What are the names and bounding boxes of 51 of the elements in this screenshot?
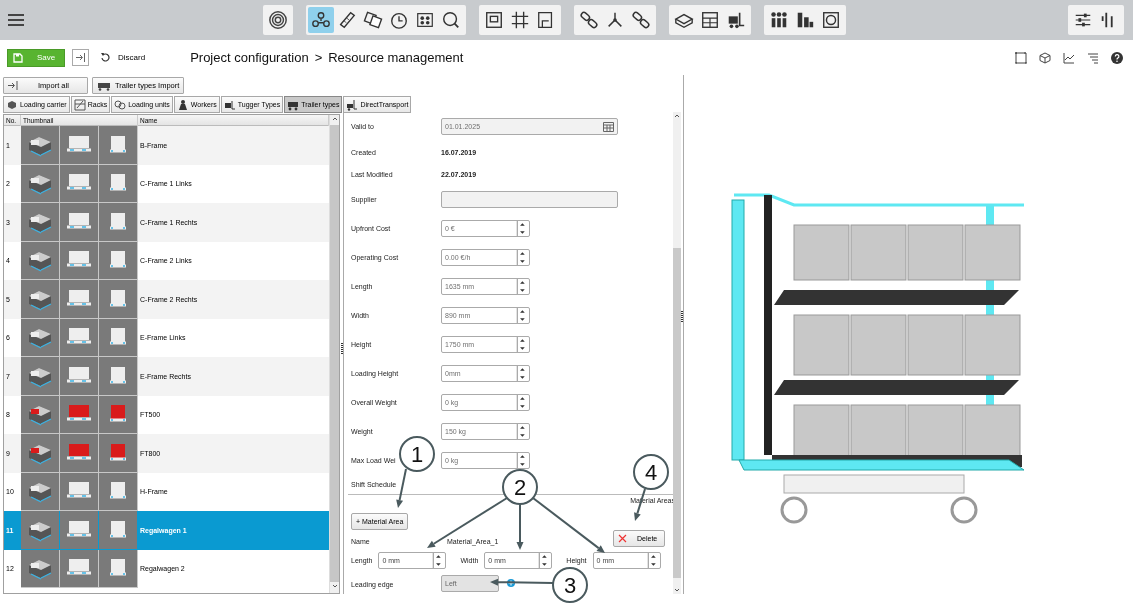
spinner-arrows-icon[interactable]	[516, 337, 526, 352]
breadcrumb-title: Project configuration > Resource management	[190, 50, 464, 65]
chart-icon[interactable]	[1063, 51, 1075, 64]
callout-arrow	[516, 503, 524, 550]
frame-icon[interactable]	[1015, 51, 1027, 64]
boxes-icon	[114, 98, 127, 111]
splitter-handle[interactable]	[681, 311, 683, 323]
splitter-handle[interactable]	[341, 343, 343, 355]
scrollbar[interactable]	[673, 112, 681, 594]
spinner-arrows-icon[interactable]	[516, 395, 526, 410]
info-dot-icon	[507, 579, 515, 587]
forklift-icon	[346, 98, 359, 111]
spinner-arrows-icon[interactable]	[432, 553, 443, 568]
help-icon[interactable]	[1111, 51, 1123, 64]
import-arrow-icon	[8, 81, 18, 90]
shelf-icon	[73, 98, 86, 111]
calendar-icon[interactable]	[603, 121, 614, 132]
scrollbar[interactable]	[329, 115, 339, 593]
callout-arrow	[490, 578, 554, 586]
network-icon[interactable]	[308, 7, 334, 33]
scroll-up-icon[interactable]	[330, 115, 339, 123]
scroll-up-icon[interactable]	[673, 112, 681, 120]
list-icon[interactable]	[1087, 51, 1099, 64]
trailer-icon	[97, 80, 111, 91]
scroll-down-icon[interactable]	[330, 582, 339, 590]
callout-arrow	[396, 468, 407, 508]
spinner-arrows-icon[interactable]	[516, 279, 526, 294]
spinner-arrows-icon[interactable]	[516, 308, 526, 323]
menu-icon[interactable]	[8, 13, 24, 27]
box-icon	[6, 98, 18, 111]
spinner-arrows-icon[interactable]	[516, 366, 526, 381]
arrow-to-bar-icon	[75, 53, 86, 62]
spinner-arrows-icon[interactable]	[516, 250, 526, 265]
callout-badge: 2	[502, 469, 538, 505]
worker-icon	[176, 98, 189, 111]
text-field[interactable]	[441, 191, 618, 208]
spinner-arrows-icon[interactable]	[516, 221, 526, 236]
callout-badge: 1	[399, 436, 435, 472]
callout-badge: 3	[552, 567, 588, 603]
spinner-arrows-icon[interactable]	[516, 424, 526, 439]
callout-badge: 4	[633, 454, 669, 490]
exit-arrow-button[interactable]	[72, 49, 89, 66]
tugger-icon	[223, 98, 236, 111]
undo-icon[interactable]	[101, 53, 110, 62]
spinner-arrows-icon[interactable]	[516, 453, 526, 468]
spinner-arrows-icon[interactable]	[538, 553, 549, 568]
cube-icon[interactable]	[1039, 51, 1051, 64]
spinner-arrows-icon[interactable]	[646, 553, 657, 568]
close-x-icon	[618, 534, 627, 543]
discard-button[interactable]: Discard	[118, 53, 146, 62]
scroll-down-icon[interactable]	[673, 586, 681, 594]
